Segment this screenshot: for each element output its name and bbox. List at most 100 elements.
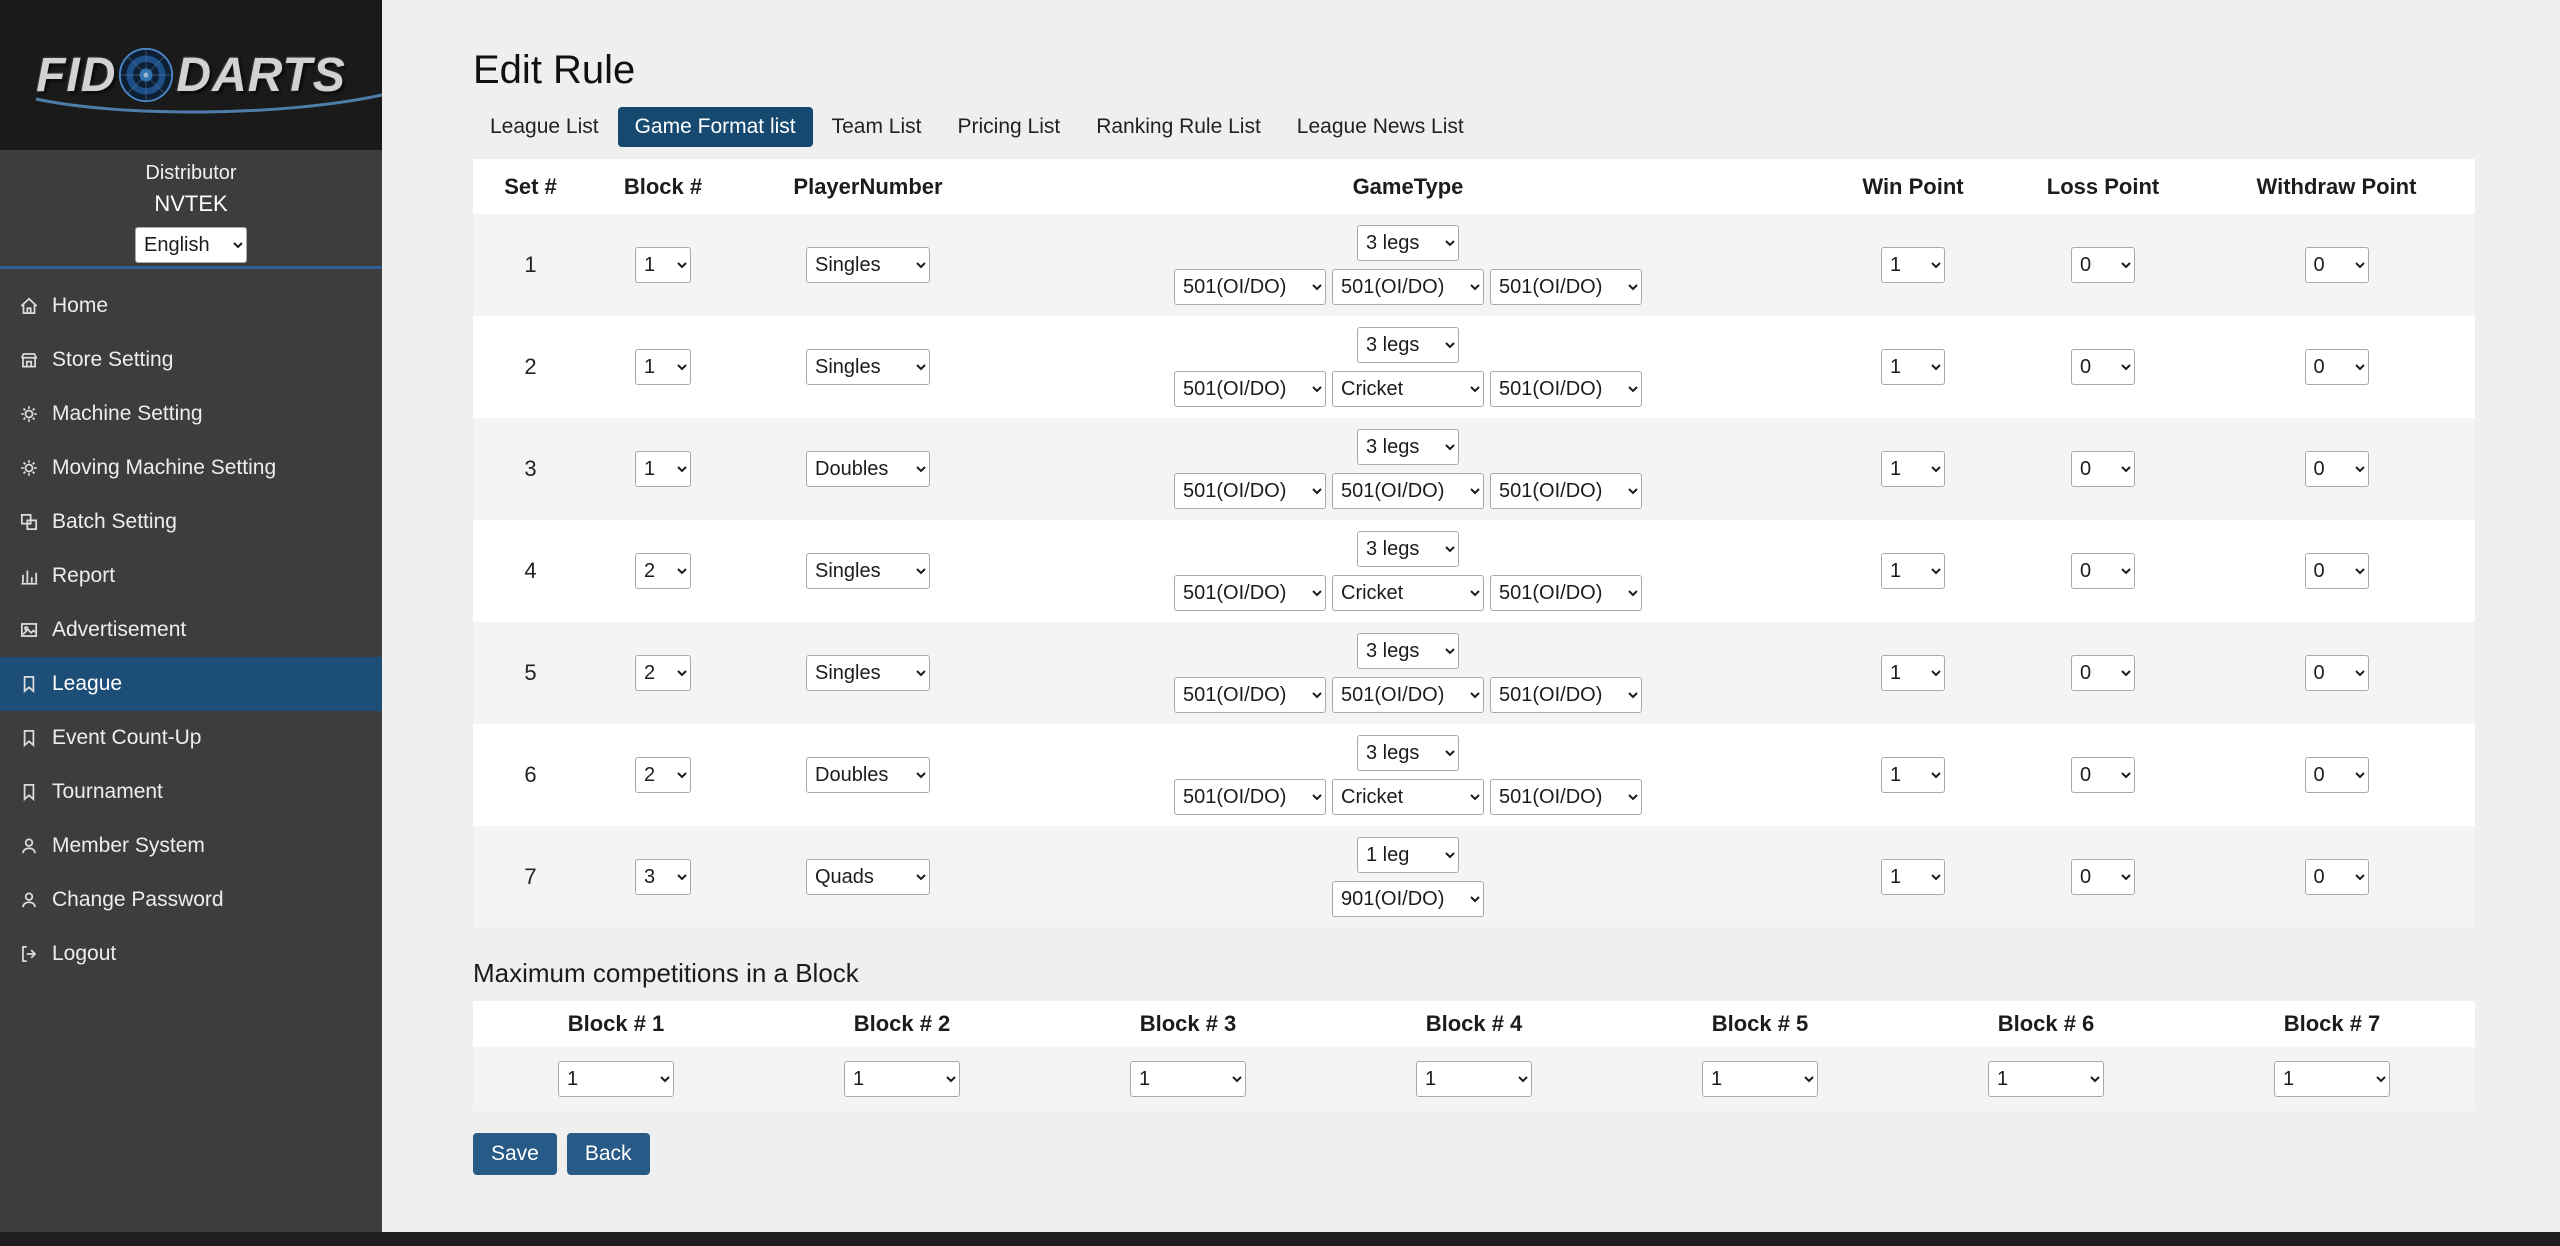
block-select[interactable]: 1 [635, 247, 691, 283]
withdraw-point-select[interactable]: 0 [2304, 451, 2369, 487]
win-point-select[interactable]: 1 [1881, 757, 1945, 793]
withdraw-point-select[interactable]: 0 [2304, 553, 2369, 589]
sidebar-item-moving-machine-setting[interactable]: Moving Machine Setting [0, 441, 382, 495]
win-point-select[interactable]: 1 [1881, 247, 1945, 283]
player-number-select[interactable]: Singles [806, 349, 930, 385]
block-select[interactable]: 2 [635, 553, 691, 589]
tab-team-list[interactable]: Team List [815, 107, 939, 147]
withdraw-point-select[interactable]: 0 [2304, 655, 2369, 691]
format-row-6: 6 2 Doubles 3 legs 501(OI/DO) Cricket 50… [473, 724, 2475, 826]
game2-select[interactable]: 901(OI/DO) [1332, 881, 1484, 917]
sidebar-item-advertisement[interactable]: Advertisement [0, 603, 382, 657]
tab-league-list[interactable]: League List [473, 107, 616, 147]
person-icon [18, 889, 40, 911]
block-select[interactable]: 2 [635, 757, 691, 793]
sidebar-item-label: Change Password [52, 888, 224, 911]
max-block-7-select[interactable]: 1 [2274, 1061, 2390, 1097]
legs-select[interactable]: 3 legs [1357, 633, 1459, 669]
tab-league-news-list[interactable]: League News List [1280, 107, 1481, 147]
loss-point-select[interactable]: 0 [2071, 451, 2135, 487]
loss-point-select[interactable]: 0 [2071, 247, 2135, 283]
sidebar-item-home[interactable]: Home [0, 279, 382, 333]
tab-pricing-list[interactable]: Pricing List [941, 107, 1078, 147]
max-block-4-select[interactable]: 1 [1416, 1061, 1532, 1097]
player-number-select[interactable]: Doubles [806, 451, 930, 487]
max-block-1-select[interactable]: 1 [558, 1061, 674, 1097]
tab-game-format-list[interactable]: Game Format list [617, 107, 813, 147]
sidebar-item-event-count-up[interactable]: Event Count-Up [0, 711, 382, 765]
sidebar-item-batch-setting[interactable]: Batch Setting [0, 495, 382, 549]
sidebar-item-league[interactable]: League [0, 657, 382, 711]
game1-select[interactable]: 501(OI/DO) [1174, 371, 1326, 407]
set-number: 2 [524, 354, 537, 379]
save-button[interactable]: Save [473, 1133, 557, 1175]
game3-select[interactable]: 501(OI/DO) [1490, 269, 1642, 305]
game2-select[interactable]: 501(OI/DO) [1332, 269, 1484, 305]
sidebar-item-label: Member System [52, 834, 205, 857]
withdraw-point-select[interactable]: 0 [2304, 349, 2369, 385]
max-block-6-select[interactable]: 1 [1988, 1061, 2104, 1097]
game1-select[interactable]: 501(OI/DO) [1174, 779, 1326, 815]
sidebar-item-store-setting[interactable]: Store Setting [0, 333, 382, 387]
legs-select[interactable]: 3 legs [1357, 531, 1459, 567]
win-point-select[interactable]: 1 [1881, 553, 1945, 589]
win-point-select[interactable]: 1 [1881, 859, 1945, 895]
withdraw-point-select[interactable]: 0 [2304, 859, 2369, 895]
sidebar-item-tournament[interactable]: Tournament [0, 765, 382, 819]
game3-select[interactable]: 501(OI/DO) [1490, 371, 1642, 407]
game3-select[interactable]: 501(OI/DO) [1490, 575, 1642, 611]
legs-select[interactable]: 3 legs [1357, 225, 1459, 261]
game2-select[interactable]: Cricket [1332, 371, 1484, 407]
game3-select[interactable]: 501(OI/DO) [1490, 779, 1642, 815]
header-block: Block # [623, 173, 703, 199]
sidebar-menu: Home Store Setting Machine Setting Movin… [0, 269, 382, 981]
app-logo: FID DARTS [35, 47, 383, 114]
sidebar-item-report[interactable]: Report [0, 549, 382, 603]
loss-point-select[interactable]: 0 [2071, 757, 2135, 793]
loss-point-select[interactable]: 0 [2071, 655, 2135, 691]
tab-ranking-rule-list[interactable]: Ranking Rule List [1079, 107, 1278, 147]
player-number-select[interactable]: Singles [806, 655, 930, 691]
max-block-3-select[interactable]: 1 [1130, 1061, 1246, 1097]
player-number-select[interactable]: Quads [806, 859, 930, 895]
legs-select[interactable]: 3 legs [1357, 429, 1459, 465]
player-number-select[interactable]: Singles [806, 553, 930, 589]
withdraw-point-select[interactable]: 0 [2304, 757, 2369, 793]
game1-select[interactable]: 501(OI/DO) [1174, 473, 1326, 509]
player-number-select[interactable]: Singles [806, 247, 930, 283]
sidebar-item-machine-setting[interactable]: Machine Setting [0, 387, 382, 441]
loss-point-select[interactable]: 0 [2071, 553, 2135, 589]
player-number-select[interactable]: Doubles [806, 757, 930, 793]
loss-point-select[interactable]: 0 [2071, 859, 2135, 895]
win-point-select[interactable]: 1 [1881, 349, 1945, 385]
legs-select[interactable]: 3 legs [1357, 327, 1459, 363]
sidebar-item-change-password[interactable]: Change Password [0, 873, 382, 927]
block-select[interactable]: 1 [635, 349, 691, 385]
legs-select[interactable]: 1 leg [1357, 837, 1459, 873]
game1-select[interactable]: 501(OI/DO) [1174, 575, 1326, 611]
max-header-block-4: Block # 4 [1425, 1011, 1523, 1036]
withdraw-point-select[interactable]: 0 [2304, 247, 2369, 283]
block-select[interactable]: 3 [635, 859, 691, 895]
block-select[interactable]: 2 [635, 655, 691, 691]
max-block-5-select[interactable]: 1 [1702, 1061, 1818, 1097]
win-point-select[interactable]: 1 [1881, 451, 1945, 487]
block-select[interactable]: 1 [635, 451, 691, 487]
game3-select[interactable]: 501(OI/DO) [1490, 473, 1642, 509]
win-point-select[interactable]: 1 [1881, 655, 1945, 691]
loss-point-select[interactable]: 0 [2071, 349, 2135, 385]
game2-select[interactable]: Cricket [1332, 779, 1484, 815]
game2-select[interactable]: Cricket [1332, 575, 1484, 611]
language-select[interactable]: English [135, 227, 247, 263]
sidebar-item-member-system[interactable]: Member System [0, 819, 382, 873]
sidebar-item-logout[interactable]: Logout [0, 927, 382, 981]
max-block-2-select[interactable]: 1 [844, 1061, 960, 1097]
max-competitions-title: Maximum competitions in a Block [473, 958, 859, 988]
game1-select[interactable]: 501(OI/DO) [1174, 269, 1326, 305]
game2-select[interactable]: 501(OI/DO) [1332, 473, 1484, 509]
game1-select[interactable]: 501(OI/DO) [1174, 677, 1326, 713]
legs-select[interactable]: 3 legs [1357, 735, 1459, 771]
game2-select[interactable]: 501(OI/DO) [1332, 677, 1484, 713]
back-button[interactable]: Back [566, 1133, 650, 1175]
game3-select[interactable]: 501(OI/DO) [1490, 677, 1642, 713]
